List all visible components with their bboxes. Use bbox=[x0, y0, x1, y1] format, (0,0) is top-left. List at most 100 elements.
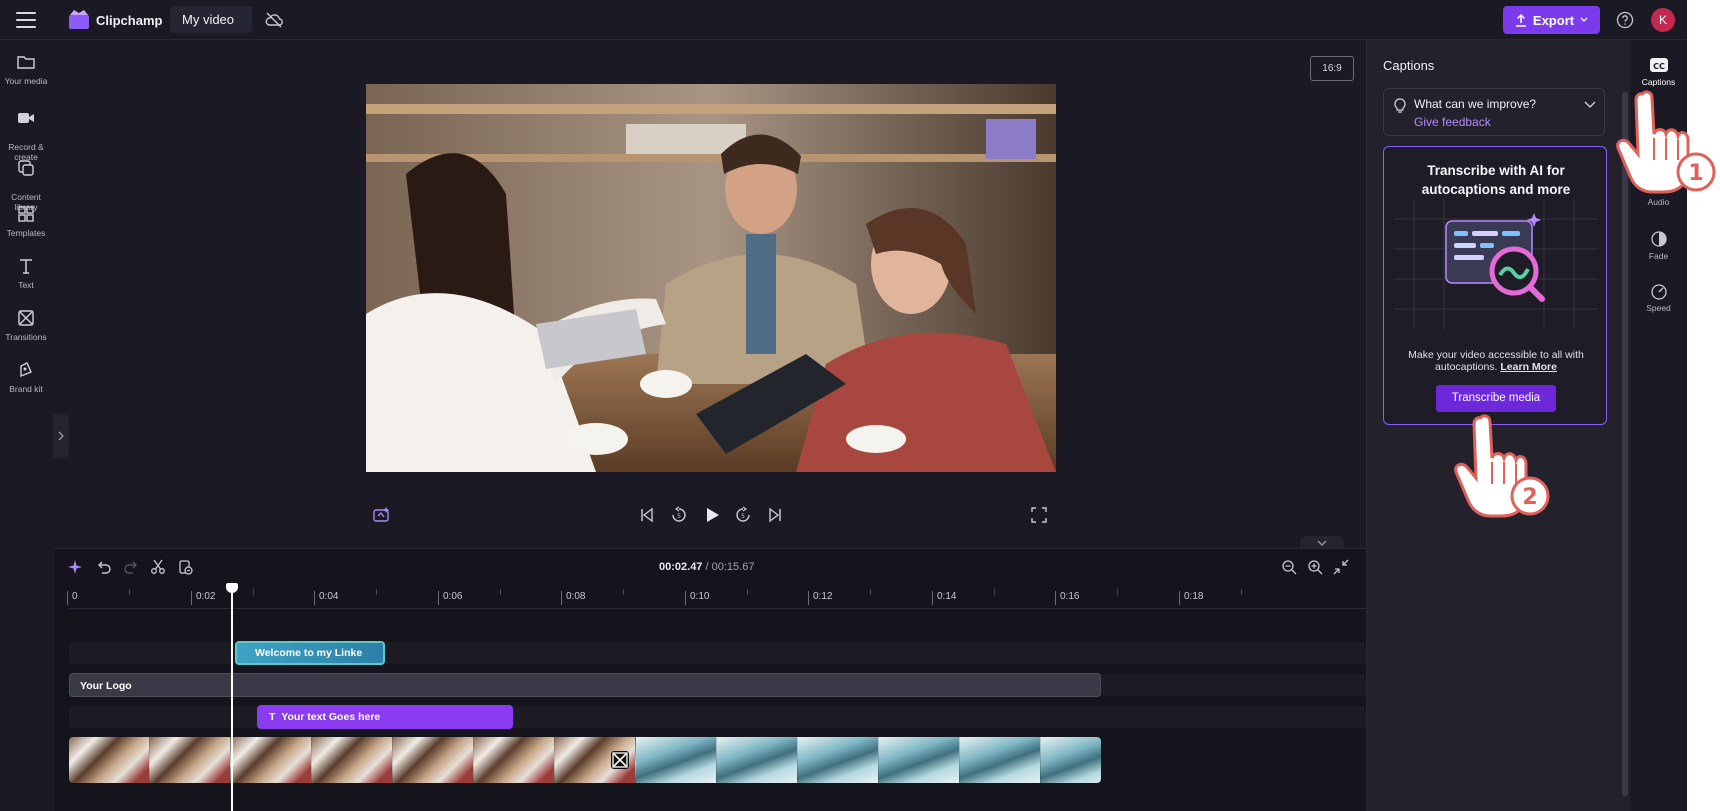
menu-icon[interactable] bbox=[16, 12, 36, 28]
nav-speed[interactable]: Speed bbox=[1630, 282, 1687, 313]
cloud-off-icon[interactable] bbox=[265, 12, 283, 28]
chevron-down-icon bbox=[1580, 17, 1588, 22]
video-camera-icon bbox=[18, 113, 34, 123]
brand-kit-icon bbox=[20, 362, 32, 378]
ruler-label: 0:02 bbox=[191, 591, 215, 605]
annotation-number: 2 bbox=[1522, 485, 1537, 510]
logo-clip-label: Your Logo bbox=[80, 680, 132, 692]
pointer-hand-annotation-2: 2 bbox=[1454, 414, 1550, 518]
logo-clip[interactable]: Your Logo bbox=[69, 673, 1101, 697]
text-clip[interactable]: T Your text Goes here bbox=[257, 705, 513, 729]
collapse-left-panel-button[interactable] bbox=[53, 414, 69, 458]
skip-to-end-icon[interactable] bbox=[766, 506, 784, 524]
ruler-minor-tick bbox=[623, 589, 624, 595]
ruler-label: 0 bbox=[67, 591, 78, 605]
fullscreen-icon[interactable] bbox=[1030, 506, 1048, 524]
transcribe-card: Transcribe with AI for autocaptions and … bbox=[1383, 146, 1607, 425]
audio-clip[interactable]: Welcome to my Linke bbox=[235, 641, 385, 665]
panel-title: Captions bbox=[1383, 58, 1435, 73]
feedback-box[interactable]: What can we improve? Give feedback bbox=[1383, 88, 1605, 136]
timeline-ruler[interactable]: 0 0:02 0:04 0:06 0:08 0:10 0:12 0:14 0:1… bbox=[67, 589, 1366, 609]
play-icon[interactable] bbox=[702, 505, 722, 525]
ruler-minor-tick bbox=[994, 589, 995, 595]
undo-icon[interactable] bbox=[96, 559, 112, 575]
help-icon[interactable] bbox=[1616, 11, 1634, 29]
chevron-right-icon bbox=[58, 431, 64, 441]
forward-5s-icon[interactable]: 5 bbox=[734, 506, 752, 524]
nav-brand-kit[interactable]: Brand kit bbox=[0, 360, 52, 394]
video-frame bbox=[312, 737, 393, 783]
clipchamp-logo-icon bbox=[69, 10, 89, 29]
svg-text:5: 5 bbox=[741, 513, 745, 520]
nav-text[interactable]: Text bbox=[0, 256, 52, 290]
video-frame bbox=[1041, 737, 1101, 783]
app-name: Clipchamp bbox=[96, 13, 163, 28]
ruler-label: 0:12 bbox=[808, 591, 832, 605]
video-frame bbox=[798, 737, 879, 783]
pointer-hand-annotation-1: 1 bbox=[1616, 90, 1716, 194]
video-frame bbox=[393, 737, 474, 783]
playhead[interactable] bbox=[231, 584, 233, 811]
ruler-minor-tick bbox=[747, 589, 748, 595]
skip-to-start-icon[interactable] bbox=[638, 506, 656, 524]
transcribe-media-button[interactable]: Transcribe media bbox=[1436, 385, 1556, 412]
card-description-text: Make your video accessible to all with a… bbox=[1408, 349, 1584, 373]
svg-text:5: 5 bbox=[677, 513, 681, 520]
nav-label: Transitions bbox=[5, 332, 47, 342]
total-time: / 00:15.67 bbox=[705, 561, 755, 573]
ruler-label: 0:10 bbox=[685, 591, 709, 605]
nav-fade[interactable]: Fade bbox=[1630, 230, 1687, 261]
export-label: Export bbox=[1532, 12, 1575, 28]
svg-text:CC: CC bbox=[1653, 62, 1665, 71]
lightbulb-icon bbox=[1394, 98, 1406, 113]
delete-icon[interactable] bbox=[177, 559, 193, 575]
video-frame bbox=[69, 737, 150, 783]
speedometer-icon bbox=[1650, 284, 1667, 300]
ruler-label: 0:08 bbox=[561, 591, 585, 605]
ruler-label: 0:16 bbox=[1055, 591, 1079, 605]
nav-content-library[interactable]: Content library bbox=[0, 148, 52, 212]
rewind-5s-icon[interactable]: 5 bbox=[670, 506, 688, 524]
transition-icon[interactable] bbox=[611, 751, 629, 769]
magic-icon[interactable] bbox=[67, 559, 83, 575]
fade-icon bbox=[1650, 231, 1667, 247]
nav-label: Text bbox=[18, 280, 34, 290]
magic-effects-icon[interactable] bbox=[372, 506, 390, 524]
chevron-down-icon[interactable] bbox=[1584, 101, 1596, 109]
give-feedback-link[interactable]: Give feedback bbox=[1414, 115, 1491, 129]
nav-label: Speed bbox=[1646, 303, 1671, 313]
learn-more-link[interactable]: Learn More bbox=[1500, 361, 1557, 373]
zoom-in-icon[interactable] bbox=[1307, 559, 1323, 575]
project-name-field[interactable]: My video bbox=[170, 6, 252, 33]
avatar[interactable]: K bbox=[1651, 8, 1675, 32]
ruler-label: 0:06 bbox=[438, 591, 462, 605]
nav-label: Captions bbox=[1641, 77, 1676, 87]
aspect-ratio-button[interactable]: 16:9 bbox=[1310, 56, 1354, 81]
video-frame bbox=[474, 737, 555, 783]
zoom-out-icon[interactable] bbox=[1281, 559, 1297, 575]
redo-icon[interactable] bbox=[123, 559, 139, 575]
export-button[interactable]: Export bbox=[1503, 6, 1600, 34]
ruler-label: 0:14 bbox=[932, 591, 956, 605]
nav-templates[interactable]: Templates bbox=[0, 204, 52, 238]
fit-timeline-icon[interactable] bbox=[1333, 559, 1349, 575]
ruler-minor-tick bbox=[1117, 589, 1118, 595]
nav-transitions[interactable]: Transitions bbox=[0, 308, 52, 342]
nav-your-media[interactable]: Your media bbox=[0, 52, 52, 86]
nav-label: Templates bbox=[6, 228, 46, 238]
left-sidebar: Your media Record & create Content libra… bbox=[0, 40, 52, 811]
ruler-minor-tick bbox=[1241, 589, 1242, 595]
text-clip-label: Your text Goes here bbox=[281, 711, 381, 723]
video-frame bbox=[150, 737, 231, 783]
video-preview bbox=[366, 84, 1056, 472]
top-bar: Clipchamp My video Export K bbox=[0, 0, 1687, 40]
card-description: Make your video accessible to all with a… bbox=[1394, 349, 1598, 373]
ruler-minor-tick bbox=[500, 589, 501, 595]
video-clip-track[interactable] bbox=[69, 737, 1101, 783]
upload-icon bbox=[1515, 13, 1526, 27]
ruler-label: 0:04 bbox=[314, 591, 338, 605]
split-scissors-icon[interactable] bbox=[150, 559, 166, 575]
nav-label: Your media bbox=[4, 76, 48, 86]
clipchamp-app: Clipchamp My video Export K Your media R… bbox=[0, 0, 1687, 811]
nav-captions[interactable]: CC Captions bbox=[1630, 56, 1687, 87]
